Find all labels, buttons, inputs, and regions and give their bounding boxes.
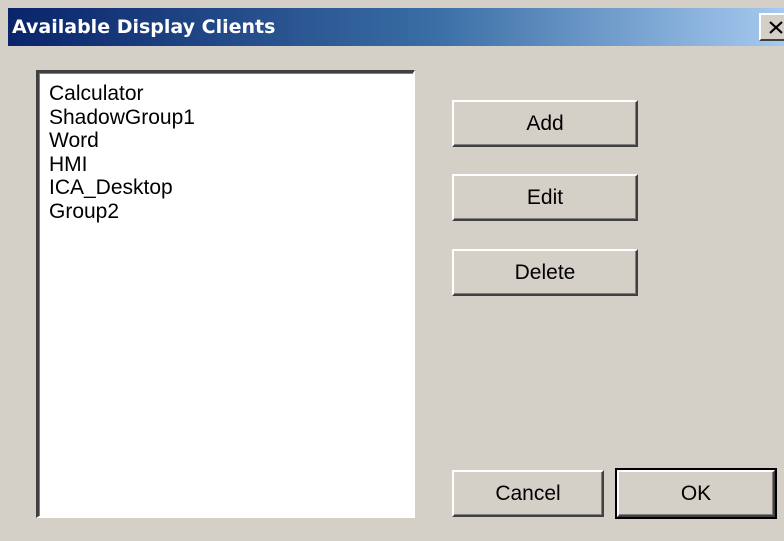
add-button[interactable]: Add (452, 100, 638, 147)
window-title: Available Display Clients (12, 16, 276, 38)
cancel-button[interactable]: Cancel (452, 470, 604, 517)
list-item[interactable]: Calculator (49, 82, 413, 106)
list-item[interactable]: Group2 (49, 200, 413, 224)
list-item[interactable]: ICA_Desktop (49, 176, 413, 200)
delete-button[interactable]: Delete (452, 249, 638, 296)
edit-button[interactable]: Edit (452, 174, 638, 221)
close-icon (769, 21, 783, 34)
title-bar[interactable]: Available Display Clients (8, 8, 784, 46)
list-item[interactable]: ShadowGroup1 (49, 106, 413, 130)
available-display-clients-dialog: Available Display Clients Calculator Sha… (0, 0, 784, 541)
display-clients-list[interactable]: Calculator ShadowGroup1 Word HMI ICA_Des… (36, 70, 415, 518)
list-item[interactable]: Word (49, 129, 413, 153)
close-button[interactable] (759, 13, 784, 41)
list-item[interactable]: HMI (49, 153, 413, 177)
ok-button[interactable]: OK (615, 468, 777, 519)
